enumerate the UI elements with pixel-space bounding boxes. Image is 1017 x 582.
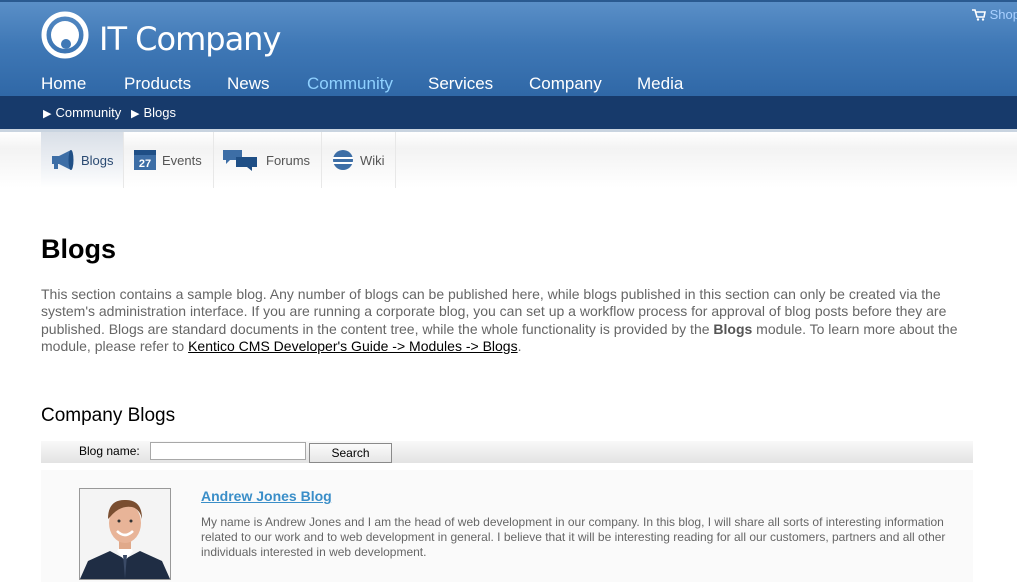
subnav-label: Forums xyxy=(266,153,311,168)
blog-name-label: Blog name: xyxy=(79,444,140,458)
page-title: Blogs xyxy=(41,234,117,264)
subnav-label: Blogs xyxy=(81,153,114,168)
subnav-label: Events xyxy=(162,153,202,168)
globe-icon xyxy=(333,150,353,170)
breadcrumb-label: Blogs xyxy=(143,105,176,120)
breadcrumb-item-blogs[interactable]: ▶ Blogs xyxy=(131,105,176,120)
nav-company[interactable]: Company xyxy=(529,74,602,94)
site-header: IT Company Shop Home Products News Commu… xyxy=(0,0,1017,98)
nav-products[interactable]: Products xyxy=(124,74,191,94)
divider xyxy=(395,132,396,188)
developer-guide-link[interactable]: Kentico CMS Developer's Guide -> Modules… xyxy=(188,338,518,354)
intro-text: This section contains a sample blog. Any… xyxy=(41,286,976,355)
calendar-day-text: 27 xyxy=(139,158,151,170)
logo-text[interactable]: IT Company xyxy=(99,20,281,58)
sub-navigation: Blogs 27 Events Forums Wiki xyxy=(0,132,1017,188)
subnav-wiki[interactable]: Wiki xyxy=(322,132,395,188)
blog-filter-bar: Blog name: Search xyxy=(41,441,973,463)
nav-news[interactable]: News xyxy=(227,74,270,94)
subnav-events[interactable]: 27 Events xyxy=(124,132,213,188)
breadcrumb-arrow-icon: ▶ xyxy=(43,108,52,120)
breadcrumb-label: Community xyxy=(55,105,122,120)
breadcrumb-item-community[interactable]: ▶ Community xyxy=(43,105,121,120)
intro-end: . xyxy=(517,337,522,354)
nav-home[interactable]: Home xyxy=(41,74,86,94)
nav-media[interactable]: Media xyxy=(637,74,683,94)
shop-label: Shop xyxy=(989,7,1017,22)
section-title: Company Blogs xyxy=(41,405,176,426)
nav-community[interactable]: Community xyxy=(307,74,393,94)
breadcrumb: ▶ Community ▶ Blogs xyxy=(0,96,1017,132)
shopping-cart-icon xyxy=(972,9,986,21)
search-button[interactable]: Search xyxy=(309,443,392,463)
person-photo-icon xyxy=(80,489,170,579)
avatar[interactable] xyxy=(79,488,171,580)
subnav-forums[interactable]: Forums xyxy=(214,132,321,188)
breadcrumb-arrow-icon: ▶ xyxy=(131,108,140,120)
blog-title-link[interactable]: Andrew Jones Blog xyxy=(201,488,332,504)
shop-link[interactable]: Shop xyxy=(972,7,1017,22)
blog-description: My name is Andrew Jones and I am the hea… xyxy=(201,515,946,559)
speech-bubbles-icon xyxy=(223,150,257,171)
blog-name-input[interactable] xyxy=(150,442,306,460)
subnav-blogs[interactable]: Blogs xyxy=(41,132,123,188)
subnav-label: Wiki xyxy=(360,153,385,168)
intro-module-name: Blogs xyxy=(713,320,753,337)
blog-list-item: Andrew Jones Blog My name is Andrew Jone… xyxy=(41,470,973,582)
logo-icon[interactable] xyxy=(41,11,89,59)
megaphone-icon xyxy=(52,150,74,170)
calendar-icon: 27 xyxy=(134,150,156,170)
nav-services[interactable]: Services xyxy=(428,74,493,94)
